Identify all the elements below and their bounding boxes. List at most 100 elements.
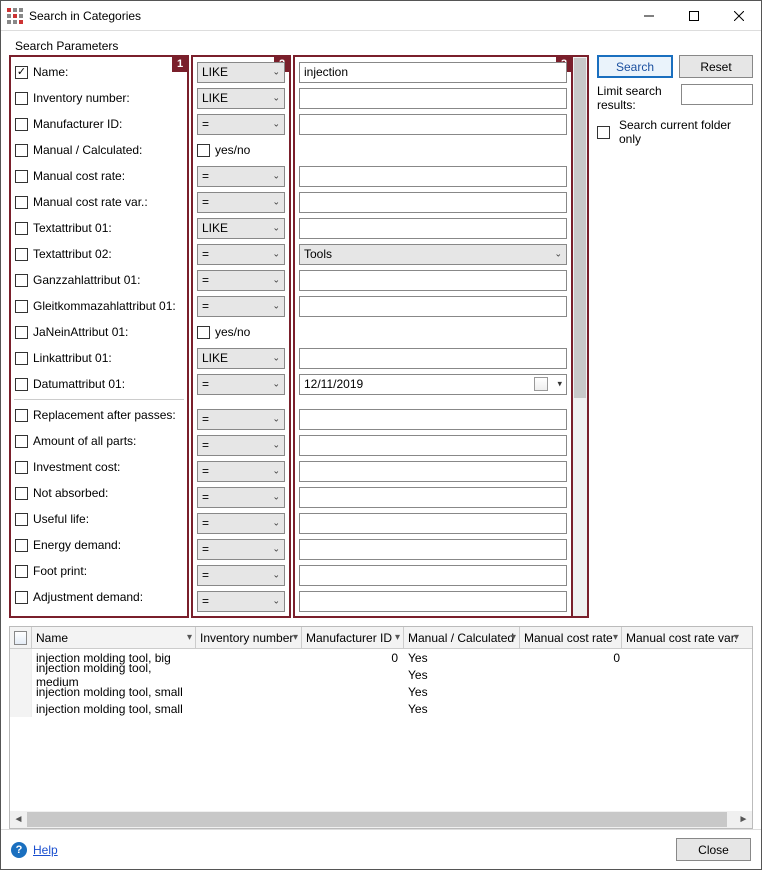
operator-select[interactable]: =⌄	[197, 374, 285, 395]
param-checkbox[interactable]	[15, 92, 28, 105]
value-input[interactable]	[299, 88, 567, 109]
value-input[interactable]	[299, 166, 567, 187]
value-date-input[interactable]: 12/11/2019▾	[299, 374, 567, 395]
operator-select[interactable]: =⌄	[197, 296, 285, 317]
operator-select[interactable]: =⌄	[197, 192, 285, 213]
param-checkbox[interactable]	[15, 487, 28, 500]
help-link[interactable]: Help	[33, 843, 58, 857]
param-checkbox[interactable]	[15, 565, 28, 578]
operator-select[interactable]: LIKE⌄	[197, 62, 285, 83]
value-input[interactable]	[299, 296, 567, 317]
calendar-icon[interactable]	[534, 377, 548, 391]
operator-select[interactable]: =⌄	[197, 435, 285, 456]
value-input[interactable]	[299, 591, 567, 612]
col-manual-cost-rate[interactable]: Manual cost rate▾	[520, 627, 622, 648]
operator-select[interactable]: =⌄	[197, 461, 285, 482]
chevron-down-icon: ⌄	[272, 379, 280, 390]
grid-corner[interactable]	[10, 627, 32, 648]
table-row[interactable]: injection molding tool, smallYes	[10, 683, 752, 700]
param-checkbox[interactable]	[15, 300, 28, 313]
value-input[interactable]	[299, 409, 567, 430]
operator-select[interactable]: =⌄	[197, 409, 285, 430]
h-scrollbar-thumb[interactable]	[27, 812, 727, 827]
param-checkbox[interactable]	[15, 409, 28, 422]
scroll-right-icon[interactable]: ►	[735, 811, 752, 828]
operator-cell: =⌄	[195, 293, 287, 319]
value-input[interactable]	[299, 270, 567, 291]
col-manufacturer-id[interactable]: Manufacturer ID▾	[302, 627, 404, 648]
value-input[interactable]: injection	[299, 62, 567, 83]
value-input[interactable]	[299, 192, 567, 213]
value-input[interactable]	[299, 565, 567, 586]
operator-select[interactable]: LIKE⌄	[197, 348, 285, 369]
param-checkbox[interactable]	[15, 144, 28, 157]
operator-select[interactable]: =⌄	[197, 270, 285, 291]
table-row[interactable]: injection molding tool, smallYes	[10, 700, 752, 717]
value-cell	[297, 510, 569, 536]
filter-icon[interactable]: ▾	[511, 632, 516, 643]
table-row[interactable]: injection molding tool, mediumYes	[10, 666, 752, 683]
search-current-folder-checkbox[interactable]	[597, 126, 610, 139]
param-checkbox[interactable]	[15, 539, 28, 552]
param-checkbox[interactable]	[15, 352, 28, 365]
param-checkbox[interactable]	[15, 66, 28, 79]
close-button[interactable]: Close	[676, 838, 751, 861]
operator-select[interactable]: =⌄	[197, 244, 285, 265]
param-checkbox[interactable]	[15, 513, 28, 526]
param-checkbox[interactable]	[15, 378, 28, 391]
value-input[interactable]	[299, 539, 567, 560]
filter-icon[interactable]: ▾	[395, 632, 400, 643]
value-input[interactable]	[299, 435, 567, 456]
scrollbar-thumb[interactable]	[574, 58, 586, 398]
operator-select[interactable]: =⌄	[197, 513, 285, 534]
params-scrollbar[interactable]	[573, 55, 589, 618]
col-name[interactable]: Name▾	[32, 627, 196, 648]
operator-select[interactable]: LIKE⌄	[197, 218, 285, 239]
operator-select[interactable]: =⌄	[197, 539, 285, 560]
filter-icon[interactable]: ▾	[734, 632, 739, 643]
col-manual-calculated[interactable]: Manual / Calculated▾	[404, 627, 520, 648]
value-input[interactable]	[299, 218, 567, 239]
yesno-checkbox[interactable]	[197, 326, 210, 339]
param-checkbox[interactable]	[15, 248, 28, 261]
operator-cell: =⌄	[195, 189, 287, 215]
value-input[interactable]	[299, 348, 567, 369]
value-input[interactable]	[299, 487, 567, 508]
yesno-checkbox[interactable]	[197, 144, 210, 157]
param-checkbox[interactable]	[15, 170, 28, 183]
param-checkbox[interactable]	[15, 591, 28, 604]
maximize-button[interactable]	[671, 1, 716, 30]
operator-select[interactable]: =⌄	[197, 114, 285, 135]
minimize-button[interactable]	[626, 1, 671, 30]
value-input[interactable]	[299, 461, 567, 482]
close-window-button[interactable]	[716, 1, 761, 30]
param-checkbox[interactable]	[15, 461, 28, 474]
param-checkbox[interactable]	[15, 435, 28, 448]
scroll-left-icon[interactable]: ◄	[10, 811, 27, 828]
value-select[interactable]: Tools⌄	[299, 244, 567, 265]
param-checkbox[interactable]	[15, 274, 28, 287]
param-checkbox[interactable]	[15, 196, 28, 209]
col-inventory-number[interactable]: Inventory number▾	[196, 627, 302, 648]
filter-icon[interactable]: ▾	[613, 632, 618, 643]
reset-button[interactable]: Reset	[679, 55, 753, 78]
operator-cell: LIKE⌄	[195, 345, 287, 371]
param-row: Energy demand:	[13, 532, 185, 558]
col-manual-cost-rate-var[interactable]: Manual cost rate var.▾	[622, 627, 742, 648]
search-button[interactable]: Search	[597, 55, 673, 78]
filter-icon[interactable]: ▾	[293, 632, 298, 643]
operator-select[interactable]: =⌄	[197, 591, 285, 612]
param-checkbox[interactable]	[15, 118, 28, 131]
filter-icon[interactable]: ▾	[187, 632, 192, 643]
limit-results-input[interactable]	[681, 84, 753, 105]
grid-h-scrollbar[interactable]: ◄ ►	[10, 811, 752, 828]
operator-select[interactable]: =⌄	[197, 565, 285, 586]
operator-select[interactable]: =⌄	[197, 166, 285, 187]
value-cell: Tools⌄	[297, 241, 569, 267]
operator-select[interactable]: LIKE⌄	[197, 88, 285, 109]
param-checkbox[interactable]	[15, 326, 28, 339]
operator-select[interactable]: =⌄	[197, 487, 285, 508]
value-input[interactable]	[299, 114, 567, 135]
value-input[interactable]	[299, 513, 567, 534]
param-checkbox[interactable]	[15, 222, 28, 235]
